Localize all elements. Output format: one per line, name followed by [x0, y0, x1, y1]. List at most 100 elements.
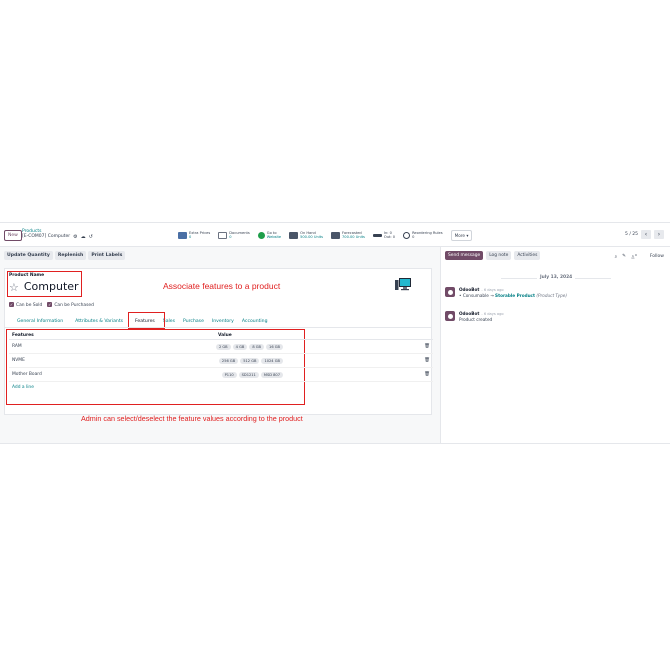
checkmark-icon: ✓: [47, 302, 53, 307]
trash-icon[interactable]: 🗑: [424, 344, 430, 349]
avatar[interactable]: [445, 287, 455, 297]
feature-cell[interactable]: NVME: [9, 358, 215, 363]
log-note-button[interactable]: Log note: [486, 251, 512, 260]
value-tag[interactable]: 8 GB: [249, 343, 265, 350]
pager-value[interactable]: 5 / 25: [625, 232, 638, 237]
on-hand-button[interactable]: On Hand 500.00 Units: [287, 229, 325, 241]
value-tag[interactable]: 16 GB: [266, 343, 283, 350]
extra-prices-value: 0: [189, 235, 192, 239]
print-labels-button[interactable]: Print Labels: [88, 251, 126, 260]
product-form-view: New Products [E-COM07] Computer ⚙ ☁ ↺ Ex…: [0, 222, 670, 444]
tab-inventory[interactable]: Inventory: [208, 317, 238, 327]
website-label: Website: [266, 235, 282, 239]
extra-prices-button[interactable]: Extra Prices 0: [176, 229, 212, 241]
send-message-button[interactable]: Send message: [445, 251, 484, 260]
reordering-rules-button[interactable]: Reordering Rules 0: [401, 229, 445, 241]
annotation-feature-values: Admin can select/deselect the feature va…: [81, 414, 303, 423]
can-be-sold-checkbox[interactable]: ✓ Can be Sold: [9, 302, 42, 308]
value-column-header[interactable]: Value: [215, 333, 232, 338]
feature-cell[interactable]: RAM: [9, 344, 215, 349]
paperclip-icon[interactable]: ✎: [622, 254, 626, 259]
replenish-button[interactable]: Replenish: [54, 251, 87, 260]
chatter-message: OdooBot - 6 days ago Product created: [445, 311, 504, 322]
documents-button[interactable]: Documents 0: [216, 229, 252, 241]
update-quantity-button[interactable]: Update Quantity: [4, 251, 53, 260]
discard-icon[interactable]: ↺: [89, 234, 93, 240]
trash-icon[interactable]: 🗑: [424, 358, 430, 363]
go-to-website-button[interactable]: Go to Website: [256, 229, 283, 241]
value-tag[interactable]: 512 GB: [240, 357, 260, 364]
value-tag[interactable]: 4 GB: [232, 343, 248, 350]
search-icon[interactable]: ⌕: [615, 254, 618, 260]
add-a-line-link[interactable]: Add a line: [9, 382, 433, 394]
product-name-field[interactable]: Computer: [24, 281, 79, 293]
in-out-button[interactable]: In: 0 Out: 0: [371, 229, 397, 241]
favorite-star-icon[interactable]: ☆: [9, 282, 19, 293]
chatter-panel: Send message Log note Activities ⌕ ✎ ♙0 …: [440, 247, 670, 443]
checkmark-icon: ✓: [9, 302, 14, 307]
tabs-divider: [5, 327, 431, 328]
tab-general-information[interactable]: General Information: [11, 317, 69, 327]
value-tag[interactable]: MSD 807: [260, 371, 283, 378]
features-table: Features Value RAM 2 GB 4 GB 8 GB 16 GB …: [9, 331, 433, 394]
trash-icon[interactable]: 🗑: [424, 372, 430, 377]
more-dropdown[interactable]: More ▾: [450, 229, 473, 241]
checkbox-row: ✓ Can be Sold ✓ Can be Purchased: [9, 302, 94, 308]
message-author[interactable]: OdooBot: [459, 311, 479, 316]
forecasted-button[interactable]: Forecasted 700.00 Units: [329, 229, 367, 241]
out-label: Out: 0: [383, 235, 396, 239]
arrow-right-icon: →: [490, 293, 494, 298]
message-author[interactable]: OdooBot: [459, 287, 479, 292]
product-image[interactable]: [395, 278, 411, 291]
table-row[interactable]: Mother Board P110 SD1211 MSD 807 🗑: [9, 368, 433, 382]
value-tag[interactable]: 2 GB: [215, 343, 231, 350]
save-cloud-icon[interactable]: ☁: [81, 234, 86, 240]
form-action-bar: Update Quantity Replenish Print Labels: [4, 251, 126, 260]
value-tag[interactable]: 1024 GB: [261, 357, 283, 364]
gear-icon[interactable]: ⚙: [73, 234, 77, 240]
value-tags[interactable]: 2 GB 4 GB 8 GB 16 GB: [215, 343, 415, 350]
reordering-rules-label: Reordering Rules: [412, 231, 443, 235]
on-hand-value: 500.00 Units: [300, 235, 324, 239]
cubes-icon: [289, 231, 299, 239]
value-tags[interactable]: 256 GB 512 GB 1024 GB: [215, 357, 415, 364]
tracking-value: • Consumable → Storable Product (Product…: [459, 293, 567, 298]
control-panel: New Products [E-COM07] Computer ⚙ ☁ ↺ Ex…: [0, 223, 670, 247]
product-name-row: ☆ Computer: [9, 281, 79, 293]
feature-cell[interactable]: Mother Board: [9, 372, 215, 377]
avatar[interactable]: [445, 311, 455, 321]
product-name-label: Product Name: [9, 273, 45, 278]
features-column-header[interactable]: Features: [9, 333, 215, 338]
form-sheet: Product Name ☆ Computer Associate featur…: [4, 268, 433, 415]
tab-purchase[interactable]: Purchase: [179, 317, 208, 327]
value-tag[interactable]: 256 GB: [218, 357, 239, 364]
tracked-field: (Product Type): [536, 293, 567, 298]
exchange-icon: [372, 233, 382, 237]
documents-label: Documents: [229, 231, 250, 235]
followers-button[interactable]: ♙0: [631, 253, 637, 261]
table-row[interactable]: RAM 2 GB 4 GB 8 GB 16 GB 🗑: [9, 340, 433, 354]
document-icon: [218, 231, 228, 239]
pager-next-button[interactable]: ›: [654, 230, 664, 239]
activities-button[interactable]: Activities: [514, 251, 541, 260]
value-tag[interactable]: SD1211: [238, 371, 259, 378]
pager-previous-button[interactable]: ‹: [641, 230, 651, 239]
forecasted-value: 700.00 Units: [342, 235, 365, 239]
tab-attributes-variants[interactable]: Attributes & Variants: [69, 317, 129, 327]
tab-accounting[interactable]: Accounting: [238, 317, 274, 327]
date-separator: July 13, 2024: [537, 275, 576, 280]
followers-count: 0: [634, 253, 637, 257]
value-tag[interactable]: P110: [221, 371, 237, 378]
annotation-associate-features: Associate features to a product: [163, 281, 281, 291]
table-row[interactable]: NVME 256 GB 512 GB 1024 GB 🗑: [9, 354, 433, 368]
pager: 5 / 25 ‹ ›: [625, 230, 664, 239]
chatter-buttons: Send message Log note Activities: [445, 251, 541, 260]
smart-buttons: Extra Prices 0 Documents 0 Go to Website On…: [176, 229, 474, 241]
new-button[interactable]: New: [4, 230, 22, 241]
breadcrumb-current-label: [E-COM07] Computer: [22, 234, 71, 239]
can-be-purchased-checkbox[interactable]: ✓ Can be Purchased: [47, 302, 94, 308]
reordering-rules-value: 0: [412, 235, 415, 239]
value-tags[interactable]: P110 SD1211 MSD 807: [215, 371, 415, 378]
follow-button[interactable]: Follow: [650, 254, 664, 259]
chatter-toolbar: ⌕ ✎ ♙0 Follow: [615, 253, 664, 261]
